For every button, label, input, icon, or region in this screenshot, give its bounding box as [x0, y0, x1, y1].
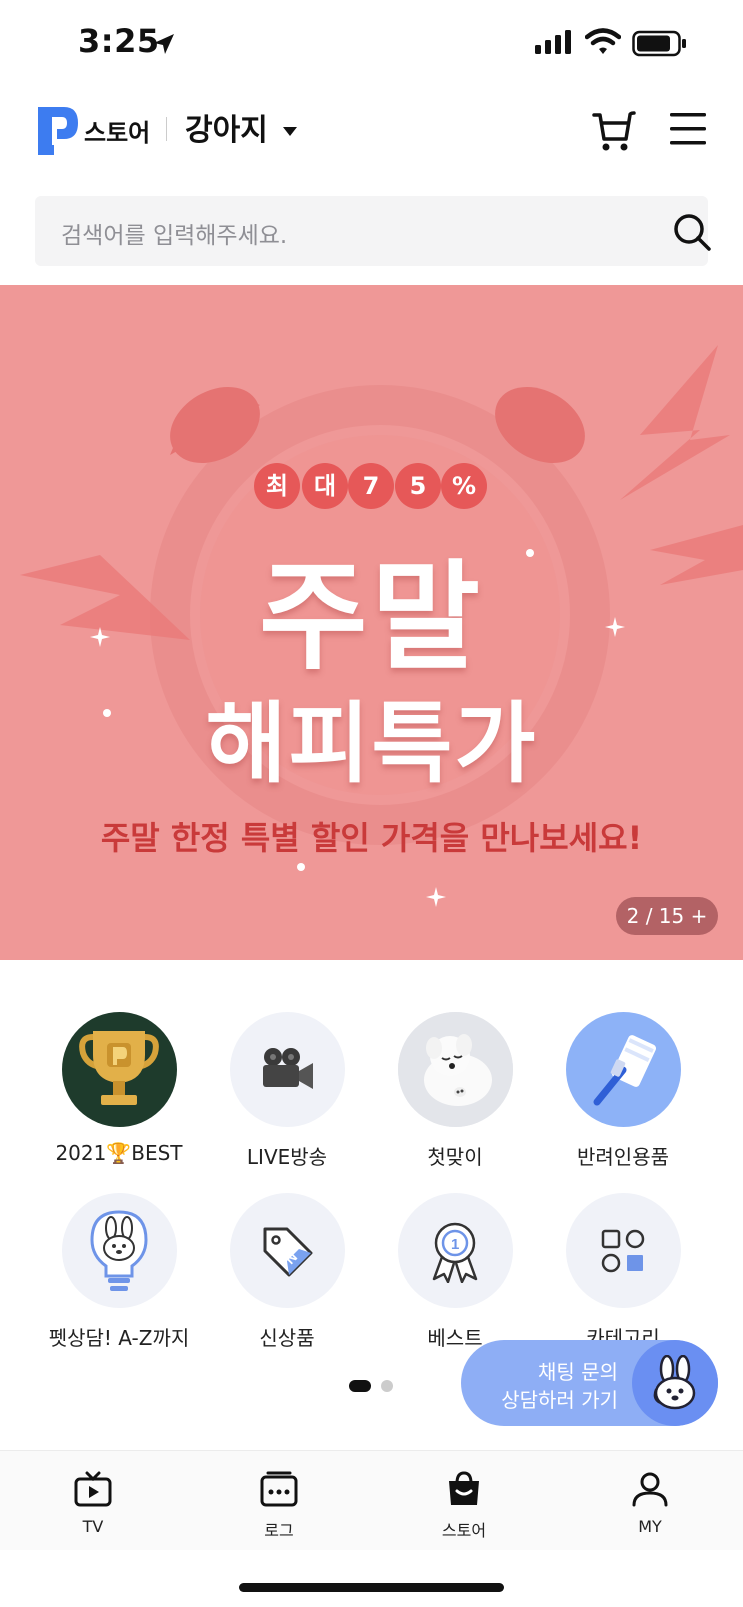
header: 스토어 강아지 [0, 95, 743, 165]
quick-menu-label: 첫맞이 [427, 1145, 483, 1169]
tab-log[interactable]: 로그 [234, 1471, 324, 1541]
hamburger-menu-icon[interactable] [670, 112, 706, 146]
medal-icon: 1 [397, 1193, 513, 1308]
tab-tv[interactable]: TV [48, 1471, 138, 1536]
quick-menu-item-best2021[interactable]: 2021🏆BEST [35, 1012, 203, 1165]
tab-my[interactable]: MY [605, 1471, 695, 1536]
page-dot[interactable] [381, 1380, 393, 1392]
discount-badge-char: 최 [254, 463, 300, 509]
category-grid-icon [565, 1193, 681, 1308]
promo-banner[interactable]: 최 대 7 5 % 주말 해피특가 주말 한정 특별 할인 가격을 만나보세요!… [0, 285, 743, 960]
tab-label: TV [82, 1517, 104, 1536]
chat-consult-button[interactable]: 채팅 문의 상담하러 가기 [461, 1340, 718, 1426]
status-bar: 3:25 [0, 0, 743, 90]
svg-text:1: 1 [451, 1236, 459, 1253]
status-time: 3:25 [78, 22, 160, 60]
banner-subtitle: 주말 한정 특별 할인 가격을 만나보세요! [100, 819, 643, 857]
banner-headline: 주말 [258, 548, 485, 686]
category-selector[interactable]: 강아지 [185, 105, 268, 149]
discount-badge-char: 5 [395, 463, 441, 509]
home-indicator[interactable] [239, 1583, 504, 1592]
quick-menu-item-live[interactable]: LIVE방송 [203, 1012, 371, 1170]
banner-page-counter[interactable]: 2 / 15 + [616, 897, 718, 935]
tab-label: 로그 [264, 1521, 294, 1540]
puppy-photo [397, 1012, 513, 1127]
tag-icon: N [229, 1193, 345, 1308]
tv-icon [74, 1471, 112, 1507]
quick-menu-item-category[interactable]: 카테고리 [539, 1193, 707, 1351]
discount-badge-char: 대 [302, 463, 348, 509]
cart-icon[interactable] [592, 109, 636, 153]
chat-label-line2: 상담하러 가기 [501, 1388, 618, 1412]
location-arrow-icon [154, 34, 174, 54]
quick-menu-item-owner-goods[interactable]: 반려인용품 [539, 1012, 707, 1170]
pet-store-logo[interactable] [34, 105, 80, 157]
quick-menu-label: 반려인용품 [577, 1145, 669, 1169]
wifi-icon [585, 28, 621, 54]
tab-label: MY [638, 1517, 662, 1536]
lightbulb-bunny-icon [61, 1193, 177, 1308]
chat-label-line1: 채팅 문의 [538, 1360, 618, 1384]
quick-menu-item-pet-consult[interactable]: 펫상담! A-Z까지 [35, 1193, 203, 1351]
bunny-mascot-icon [632, 1340, 718, 1426]
person-icon [632, 1472, 668, 1507]
discount-badge-char: % [441, 463, 487, 509]
quick-menu-label: 2021🏆BEST [55, 1141, 183, 1165]
cellular-signal-icon [535, 30, 571, 54]
search-icon[interactable] [672, 212, 712, 252]
quick-menu-item-new[interactable]: N 신상품 [203, 1193, 371, 1351]
search-placeholder: 검색어를 입력해주세요. [61, 223, 288, 249]
shopping-bag-icon [449, 1471, 479, 1505]
discount-badge-char: 7 [348, 463, 394, 509]
search-input[interactable]: 검색어를 입력해주세요. [35, 196, 711, 266]
page-dot-active[interactable] [349, 1380, 371, 1392]
movie-camera-icon [229, 1012, 345, 1127]
quick-menu-label: 신상품 [259, 1326, 315, 1350]
quick-menu-item-best[interactable]: 1 베스트 [371, 1193, 539, 1351]
bottom-tab-bar: TV 로그 스토어 MY [0, 1450, 743, 1550]
quick-menu-label: LIVE방송 [246, 1145, 328, 1169]
tab-label: 스토어 [441, 1521, 487, 1540]
tab-store[interactable]: 스토어 [419, 1471, 509, 1541]
quick-menu-item-welcome[interactable]: 첫맞이 [371, 1012, 539, 1170]
log-icon [260, 1471, 298, 1507]
logo-text[interactable]: 스토어 [84, 113, 150, 148]
quick-menu-label: 펫상담! A-Z까지 [48, 1326, 190, 1350]
trophy-icon [61, 1012, 177, 1127]
caret-down-icon[interactable] [282, 125, 298, 137]
banner-headline-2: 해피특가 [205, 692, 538, 795]
header-divider [166, 117, 167, 141]
lint-roller-icon [565, 1012, 681, 1127]
battery-icon [632, 30, 686, 57]
